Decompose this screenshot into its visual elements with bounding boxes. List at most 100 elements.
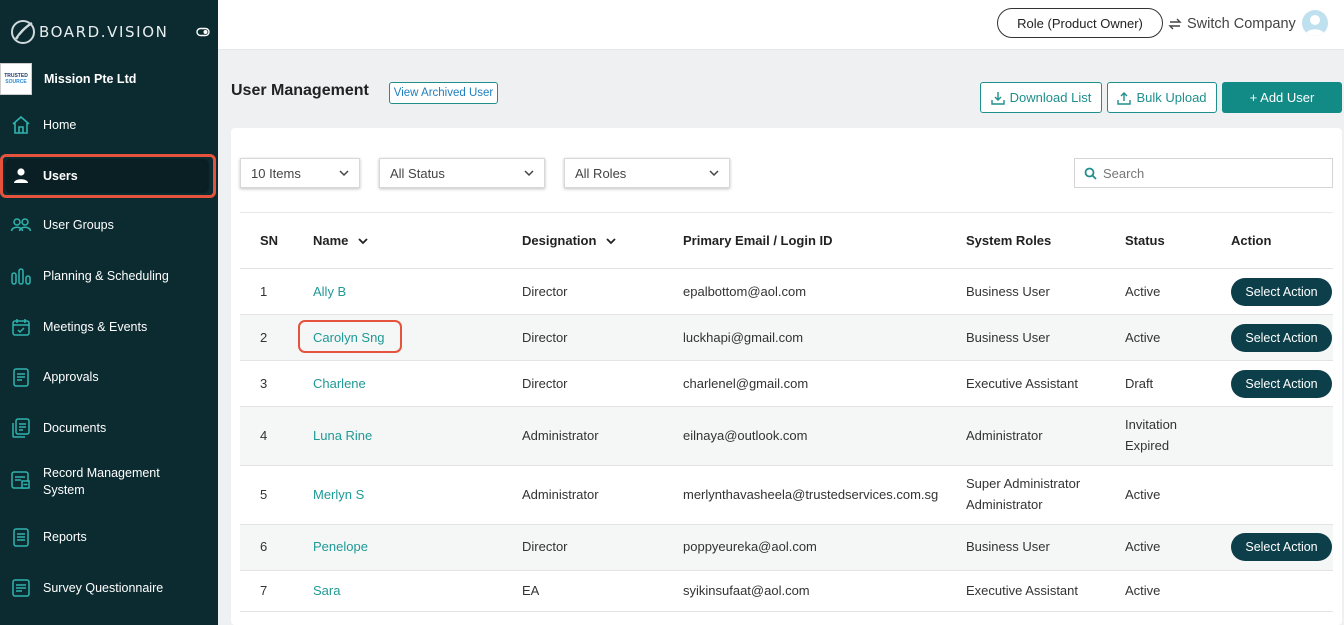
- row-system-roles: Administrator: [966, 428, 1043, 443]
- download-icon: [990, 91, 1005, 105]
- view-archived-user-button[interactable]: View Archived User: [389, 82, 498, 104]
- row-email: charlenel@gmail.com: [683, 376, 809, 391]
- row-system-roles: Business User: [966, 330, 1050, 345]
- sidebar-item-label: User Groups: [43, 217, 114, 232]
- sidebar-item-documents[interactable]: Documents: [0, 415, 218, 441]
- sort-chevron-icon[interactable]: [358, 236, 369, 246]
- row-status: Active: [1125, 487, 1161, 502]
- switch-company-button[interactable]: Switch Company: [1168, 12, 1296, 36]
- switch-company-label: Switch Company: [1187, 16, 1296, 32]
- download-list-button[interactable]: Download List: [980, 82, 1102, 113]
- row-email: epalbottom@aol.com: [683, 284, 807, 299]
- chevron-down-icon: [339, 170, 349, 177]
- row-status: Active: [1125, 539, 1161, 554]
- home-icon: [12, 115, 30, 134]
- sidebar-item-home[interactable]: Home: [0, 112, 218, 138]
- sort-chevron-icon[interactable]: [606, 236, 617, 246]
- row-sn: 3: [260, 376, 268, 391]
- upload-icon: [1117, 91, 1132, 105]
- row-sn: 1: [260, 284, 268, 299]
- sidebar: BOARD.VISION TRUSTED SOURCE Mission Pte …: [0, 0, 218, 625]
- sidebar-item-reports[interactable]: Reports: [0, 524, 218, 550]
- bulk-upload-button[interactable]: Bulk Upload: [1107, 82, 1217, 113]
- status-filter-select[interactable]: All Status: [379, 158, 545, 188]
- user-name-link[interactable]: Luna Rine: [313, 425, 372, 446]
- user-table-card: 10 Items All Status All Roles SN Name De…: [231, 128, 1342, 625]
- table-row: 1 Ally B Director epalbottom@aol.com Bus…: [240, 269, 1333, 315]
- brand-name: BOARD.VISION: [39, 23, 169, 41]
- row-status: Active: [1125, 583, 1161, 598]
- column-sn: SN: [260, 233, 279, 248]
- record-icon: [11, 471, 30, 489]
- table-row: 5 Merlyn S Administrator merlynthavashee…: [240, 466, 1333, 525]
- sidebar-item-label: Record Management System: [43, 466, 160, 497]
- user-icon: [14, 168, 28, 183]
- sidebar-item-label: Approvals: [43, 369, 99, 384]
- sidebar-item-meetings[interactable]: Meetings & Events: [0, 314, 218, 340]
- row-designation: Director: [522, 284, 568, 299]
- search-input[interactable]: [1103, 165, 1323, 181]
- select-action-button[interactable]: Select Action: [1231, 278, 1332, 306]
- user-name-link[interactable]: Merlyn S: [313, 484, 364, 505]
- row-system-roles: Business User: [966, 539, 1050, 554]
- row-sn: 2: [260, 330, 268, 345]
- row-designation: EA: [522, 583, 540, 598]
- row-designation: Director: [522, 330, 568, 345]
- sidebar-item-users[interactable]: Users: [0, 154, 216, 198]
- select-action-button[interactable]: Select Action: [1231, 324, 1332, 352]
- table-row: 2 Carolyn Sng Director luckhapi@gmail.co…: [240, 315, 1333, 361]
- select-action-button[interactable]: Select Action: [1231, 533, 1332, 561]
- sidebar-item-label: Users: [43, 168, 78, 183]
- row-status: Active: [1125, 330, 1161, 345]
- row-status: Invitation Expired: [1125, 417, 1178, 453]
- sidebar-item-label: Reports: [43, 529, 87, 544]
- role-button[interactable]: Role (Product Owner): [997, 8, 1163, 38]
- documents-icon: [12, 418, 30, 438]
- add-user-button[interactable]: + Add User: [1222, 82, 1342, 113]
- column-designation[interactable]: Designation: [522, 233, 617, 248]
- row-system-roles: Business User: [966, 284, 1050, 299]
- organization-logo: TRUSTED SOURCE: [0, 63, 32, 95]
- table-row: 4 Luna Rine Administrator eilnaya@outloo…: [240, 407, 1333, 466]
- table-row: 6 Penelope Director poppyeureka@aol.com …: [240, 525, 1333, 571]
- row-designation: Administrator: [522, 428, 599, 443]
- user-name-link[interactable]: Sara: [313, 580, 340, 601]
- row-sn: 6: [260, 539, 268, 554]
- row-system-roles: Executive Assistant: [966, 376, 1078, 391]
- table-row: 3 Charlene Director charlenel@gmail.com …: [240, 361, 1333, 407]
- user-name-link[interactable]: Charlene: [313, 373, 366, 394]
- sidebar-item-approvals[interactable]: Approvals: [0, 364, 218, 390]
- sidebar-item-planning[interactable]: Planning & Scheduling: [0, 263, 218, 289]
- user-name-link[interactable]: Ally B: [313, 281, 346, 302]
- column-name[interactable]: Name: [313, 233, 369, 248]
- row-email: luckhapi@gmail.com: [683, 330, 804, 345]
- column-action: Action: [1231, 233, 1272, 248]
- items-per-page-select[interactable]: 10 Items: [240, 158, 360, 188]
- search-box[interactable]: [1074, 158, 1333, 188]
- row-system-roles: Super Administrator Administrator: [966, 476, 1081, 512]
- sidebar-item-label: Survey Questionnaire: [43, 580, 164, 595]
- sidebar-toggle-icon[interactable]: [196, 25, 210, 39]
- row-email: merlynthavasheela@trustedservices.com.sg: [683, 487, 939, 502]
- sidebar-item-survey[interactable]: Survey Questionnaire: [0, 575, 218, 601]
- user-name-link[interactable]: Penelope: [313, 536, 368, 557]
- row-status: Draft: [1125, 376, 1154, 391]
- row-sn: 4: [260, 428, 268, 443]
- board-vision-logo-icon: [11, 20, 35, 44]
- sidebar-item-label: Home: [43, 117, 77, 132]
- users-icon: [10, 218, 32, 232]
- brand[interactable]: BOARD.VISION: [10, 18, 210, 46]
- select-action-button[interactable]: Select Action: [1231, 370, 1332, 398]
- sidebar-item-user-groups[interactable]: User Groups: [0, 212, 218, 238]
- survey-icon: [12, 579, 30, 597]
- roles-filter-select[interactable]: All Roles: [564, 158, 730, 188]
- page-title: User Management: [231, 82, 369, 99]
- sidebar-item-label: Planning & Scheduling: [43, 268, 169, 283]
- avatar[interactable]: [1302, 10, 1328, 36]
- sidebar-item-record-management[interactable]: Record Management System: [0, 465, 218, 499]
- row-sn: 7: [260, 583, 268, 598]
- highlight-box: [298, 320, 402, 353]
- calendar-icon: [12, 319, 30, 336]
- row-designation: Administrator: [522, 487, 599, 502]
- organization[interactable]: TRUSTED SOURCE Mission Pte Ltd: [0, 62, 218, 96]
